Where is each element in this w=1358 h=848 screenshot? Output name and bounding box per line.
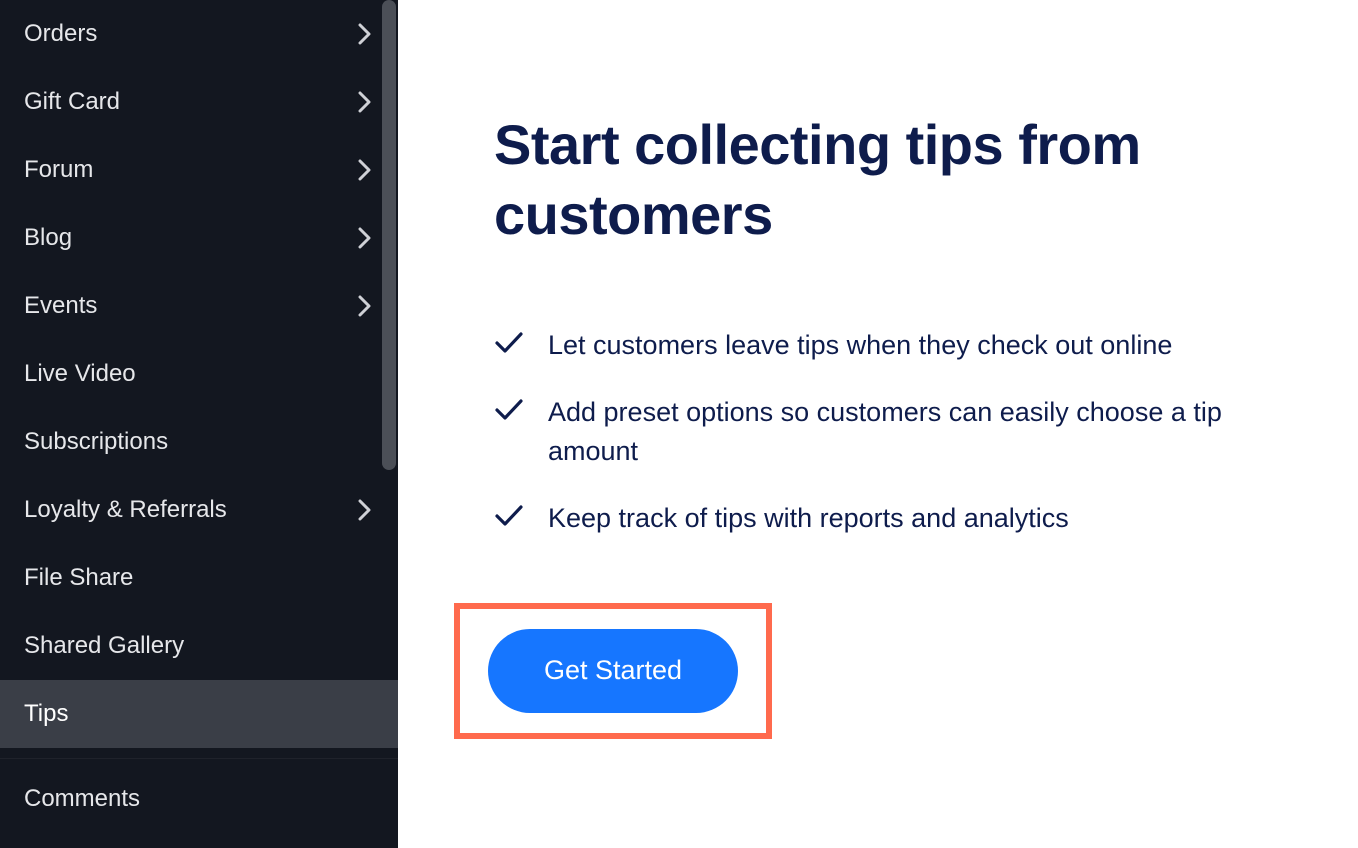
- page-title: Start collecting tips from customers: [494, 110, 1254, 250]
- sidebar-scroll-area: Orders Gift Card Forum: [0, 0, 398, 848]
- check-icon: [494, 395, 524, 425]
- chevron-right-icon: [356, 25, 374, 43]
- chevron-right-icon: [356, 501, 374, 519]
- sidebar-item-label: Orders: [24, 20, 356, 48]
- sidebar-item-label: Comments: [24, 785, 374, 813]
- benefit-item: Keep track of tips with reports and anal…: [494, 485, 1254, 552]
- sidebar-item-blog[interactable]: Blog: [0, 204, 398, 272]
- sidebar-item-label: Loyalty & Referrals: [24, 496, 356, 524]
- sidebar-item-file-share[interactable]: File Share: [0, 544, 398, 612]
- benefit-item: Add preset options so customers can easi…: [494, 379, 1254, 485]
- benefit-text: Add preset options so customers can easi…: [548, 393, 1254, 471]
- sidebar-item-gift-card[interactable]: Gift Card: [0, 68, 398, 136]
- sidebar-item-label: Gift Card: [24, 88, 356, 116]
- sidebar-item-tips[interactable]: Tips: [0, 680, 398, 748]
- sidebar: Orders Gift Card Forum: [0, 0, 398, 848]
- chevron-right-icon: [356, 161, 374, 179]
- app-frame: Orders Gift Card Forum: [0, 0, 1358, 848]
- check-icon: [494, 328, 524, 358]
- sidebar-item-label: Live Video: [24, 360, 374, 388]
- benefit-text: Keep track of tips with reports and anal…: [548, 499, 1069, 538]
- chevron-right-icon: [356, 93, 374, 111]
- sidebar-scrollbar-thumb[interactable]: [382, 0, 396, 470]
- sidebar-item-subscriptions[interactable]: Subscriptions: [0, 408, 398, 476]
- sidebar-item-loyalty-referrals[interactable]: Loyalty & Referrals: [0, 476, 398, 544]
- main-content: Start collecting tips from customers Let…: [398, 0, 1358, 848]
- sidebar-item-shared-gallery[interactable]: Shared Gallery: [0, 612, 398, 680]
- benefits-list: Let customers leave tips when they check…: [494, 312, 1254, 553]
- sidebar-item-live-video[interactable]: Live Video: [0, 340, 398, 408]
- sidebar-item-label: Blog: [24, 224, 356, 252]
- sidebar-item-label: Events: [24, 292, 356, 320]
- benefit-text: Let customers leave tips when they check…: [548, 326, 1172, 365]
- chevron-right-icon: [356, 297, 374, 315]
- sidebar-item-forum[interactable]: Forum: [0, 136, 398, 204]
- sidebar-item-comments[interactable]: Comments: [0, 765, 398, 833]
- get-started-button[interactable]: Get Started: [488, 629, 738, 713]
- sidebar-item-label: File Share: [24, 564, 374, 592]
- sidebar-item-label: Tips: [24, 700, 374, 728]
- chevron-right-icon: [356, 229, 374, 247]
- sidebar-nav-secondary: Comments: [0, 765, 398, 833]
- benefit-item: Let customers leave tips when they check…: [494, 312, 1254, 379]
- check-icon: [494, 501, 524, 531]
- sidebar-separator: [0, 758, 398, 759]
- sidebar-item-label: Shared Gallery: [24, 632, 374, 660]
- sidebar-item-orders[interactable]: Orders: [0, 0, 398, 68]
- sidebar-item-label: Subscriptions: [24, 428, 374, 456]
- cta-highlight-frame: Get Started: [454, 603, 772, 739]
- sidebar-nav-primary: Orders Gift Card Forum: [0, 0, 398, 748]
- sidebar-item-events[interactable]: Events: [0, 272, 398, 340]
- sidebar-item-label: Forum: [24, 156, 356, 184]
